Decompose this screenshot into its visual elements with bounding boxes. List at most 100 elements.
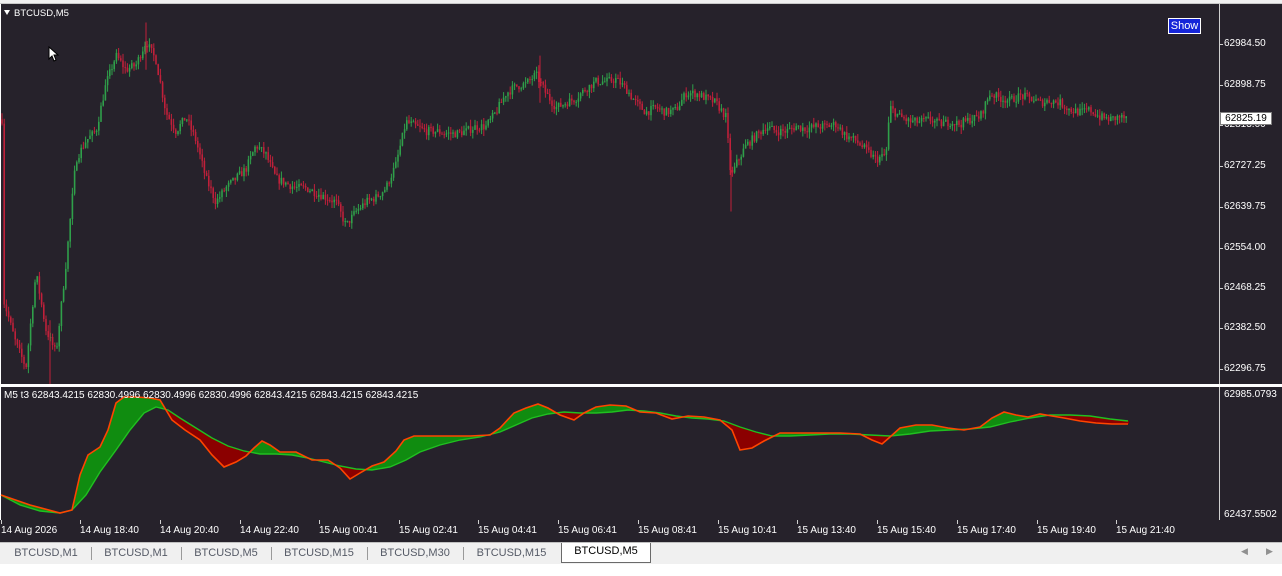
t3-fill-segment (214, 439, 216, 457)
t3-fill-segment (751, 430, 753, 449)
chart-tab[interactable]: BTCUSD,M1 (92, 545, 180, 563)
t3-fill-segment (403, 441, 405, 462)
t3-fill-segment (78, 483, 80, 504)
t3-fill-segment (197, 428, 199, 438)
t3-fill-segment (267, 443, 269, 454)
t3-fill-segment (441, 436, 443, 445)
t3-fill-segment (609, 405, 611, 413)
t3-fill-segment (997, 415, 999, 426)
t3-fill-segment (924, 425, 926, 432)
t3-fill-segment (126, 397, 128, 436)
t3-fill-segment (448, 436, 450, 443)
t3-fill-segment (757, 432, 759, 446)
time-tick-label: 15 Aug 04:41 (478, 525, 537, 536)
t3-fill-segment (444, 436, 446, 444)
t3-fill-segment (205, 433, 207, 447)
t3-fill-segment (89, 454, 91, 490)
t3-fill-segment (1088, 415, 1090, 422)
t3-fill-segment (1089, 415, 1091, 423)
t3-fill-segment (81, 472, 83, 501)
t3-fill-segment (516, 412, 518, 425)
t3-fill-segment (599, 406, 601, 413)
t3-fill-segment (1007, 412, 1009, 423)
t3-fill-segment (349, 467, 351, 478)
chart-tab[interactable]: BTCUSD,M1 (2, 545, 90, 563)
t3-fill-segment (220, 442, 222, 463)
t3-fill-segment (98, 448, 100, 476)
t3-fill-segment (541, 405, 543, 416)
t3-fill-segment (616, 405, 618, 412)
t3-fill-segment (97, 449, 99, 477)
t3-fill-segment (450, 436, 452, 443)
t3-fill-segment (236, 448, 238, 462)
t3-fill-segment (411, 437, 413, 458)
t3-fill-segment (513, 414, 515, 427)
t3-fill-segment (269, 444, 271, 454)
t3-fill-segment (990, 419, 992, 427)
t3-fill-segment (530, 406, 532, 419)
t3-fill-segment (221, 442, 223, 464)
t3-fill-segment (348, 467, 350, 477)
t3-fill-segment (748, 429, 750, 449)
t3-fill-segment (999, 414, 1001, 425)
t3-fill-segment (435, 436, 437, 447)
t3-fill-segment (520, 410, 522, 424)
t3-fill-segment (914, 425, 916, 434)
t3-fill-segment (395, 451, 397, 465)
t3-fill-segment (538, 404, 540, 417)
t3-fill-segment (595, 407, 597, 413)
t3-fill-segment (123, 397, 125, 441)
t3-fill-segment (512, 415, 514, 427)
t3-fill-segment (1004, 412, 1006, 424)
t3-fill-segment (119, 400, 121, 446)
t3-fill-segment (447, 436, 449, 444)
t3-fill-segment (409, 438, 411, 459)
chart-tab[interactable]: BTCUSD,M30 (368, 545, 462, 563)
t3-fill-segment (1128, 421, 1130, 424)
time-tick-mark (319, 520, 320, 524)
t3-fill-segment (82, 470, 84, 500)
t3-fill-segment (402, 442, 404, 462)
t3-fill-segment (1085, 415, 1087, 422)
tabs-scroll-right-icon[interactable]: ▶ (1266, 546, 1273, 557)
t3-fill-segment (219, 441, 221, 462)
t3-fill-segment (510, 417, 512, 428)
chart-tab[interactable]: BTCUSD,M5 (182, 545, 270, 563)
t3-fill-segment (745, 428, 747, 450)
t3-fill-segment (533, 405, 535, 418)
chart-tab-active[interactable]: BTCUSD,M5 (561, 543, 651, 563)
t3-fill-segment (613, 405, 615, 412)
time-tick-mark (1116, 520, 1117, 524)
t3-fill-segment (263, 441, 265, 454)
t3-fill-segment (760, 433, 762, 444)
t3-fill-segment (414, 436, 416, 456)
t3-fill-segment (752, 430, 754, 449)
t3-fill-segment (434, 436, 436, 448)
t3-fill-segment (423, 436, 425, 451)
t3-fill-segment (88, 455, 90, 492)
tabs-scroll-left-icon[interactable]: ◀ (1241, 546, 1248, 557)
t3-fill-segment (418, 436, 420, 454)
t3-fill-segment (439, 436, 441, 446)
t3-fill-segment (265, 442, 267, 454)
t3-fill-segment (351, 468, 353, 479)
t3-fill-segment (134, 397, 136, 426)
t3-fill-segment (1087, 415, 1089, 422)
t3-fill-segment (215, 439, 217, 458)
t3-fill-segment (186, 421, 188, 431)
t3-fill-segment (527, 407, 529, 421)
chart-tab[interactable]: BTCUSD,M15 (464, 545, 559, 563)
t3-fill-segment (131, 397, 133, 429)
time-tick-label: 15 Aug 00:41 (319, 525, 378, 536)
t3-fill-segment (570, 412, 572, 419)
t3-fill-segment (1011, 413, 1013, 422)
indicator-axis[interactable] (1219, 387, 1282, 520)
t3-fill-segment (204, 433, 206, 445)
t3-fill-segment (122, 398, 124, 442)
t3-fill-segment (736, 425, 738, 440)
chart-tab[interactable]: BTCUSD,M15 (272, 545, 366, 563)
t3-fill-segment (925, 425, 927, 432)
t3-fill-segment (1080, 415, 1082, 421)
t3-fill-segment (603, 406, 605, 413)
t3-fill-segment (920, 425, 922, 433)
